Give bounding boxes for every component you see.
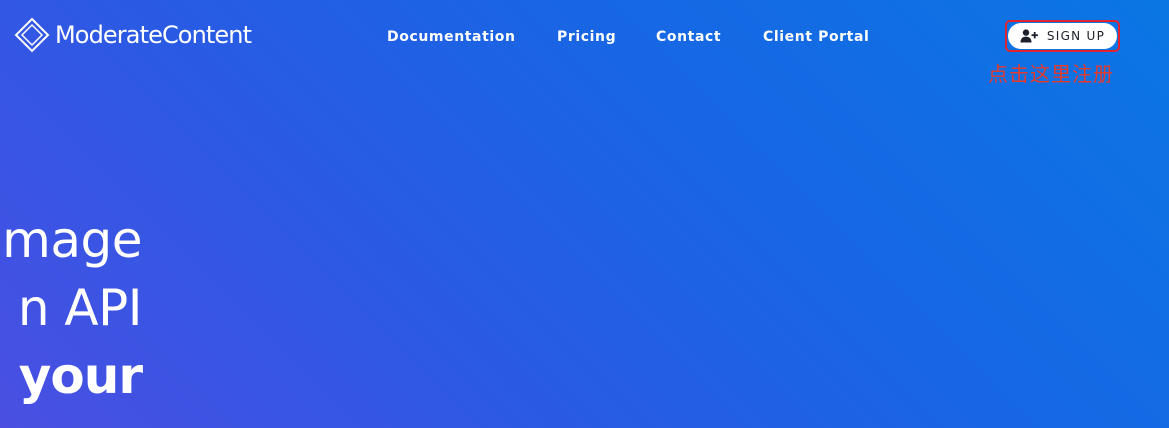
brand-logo[interactable]: ModerateContent xyxy=(14,17,252,53)
sign-up-button[interactable]: SIGN UP xyxy=(1008,23,1117,49)
sign-up-label: SIGN UP xyxy=(1046,29,1106,43)
hero-line-1: mage xyxy=(2,211,142,269)
signup-annotation-text: 点击这里注册 xyxy=(988,62,1114,86)
diamond-outline-icon xyxy=(14,17,50,53)
brand-name: ModerateContent xyxy=(55,21,252,49)
top-navigation-bar: ModerateContent Documentation Pricing Co… xyxy=(0,0,1169,86)
hero-line-2: n API xyxy=(17,279,143,337)
nav-link-documentation[interactable]: Documentation xyxy=(387,27,516,47)
nav-link-pricing[interactable]: Pricing xyxy=(557,27,616,47)
hero-line-3: your xyxy=(18,347,143,405)
hero-heading: mage n API your xyxy=(0,205,300,428)
signup-highlight-box: SIGN UP xyxy=(1005,20,1120,52)
user-plus-icon xyxy=(1020,29,1038,43)
nav-link-client-portal[interactable]: Client Portal xyxy=(763,27,869,47)
nav-link-contact[interactable]: Contact xyxy=(656,27,721,47)
